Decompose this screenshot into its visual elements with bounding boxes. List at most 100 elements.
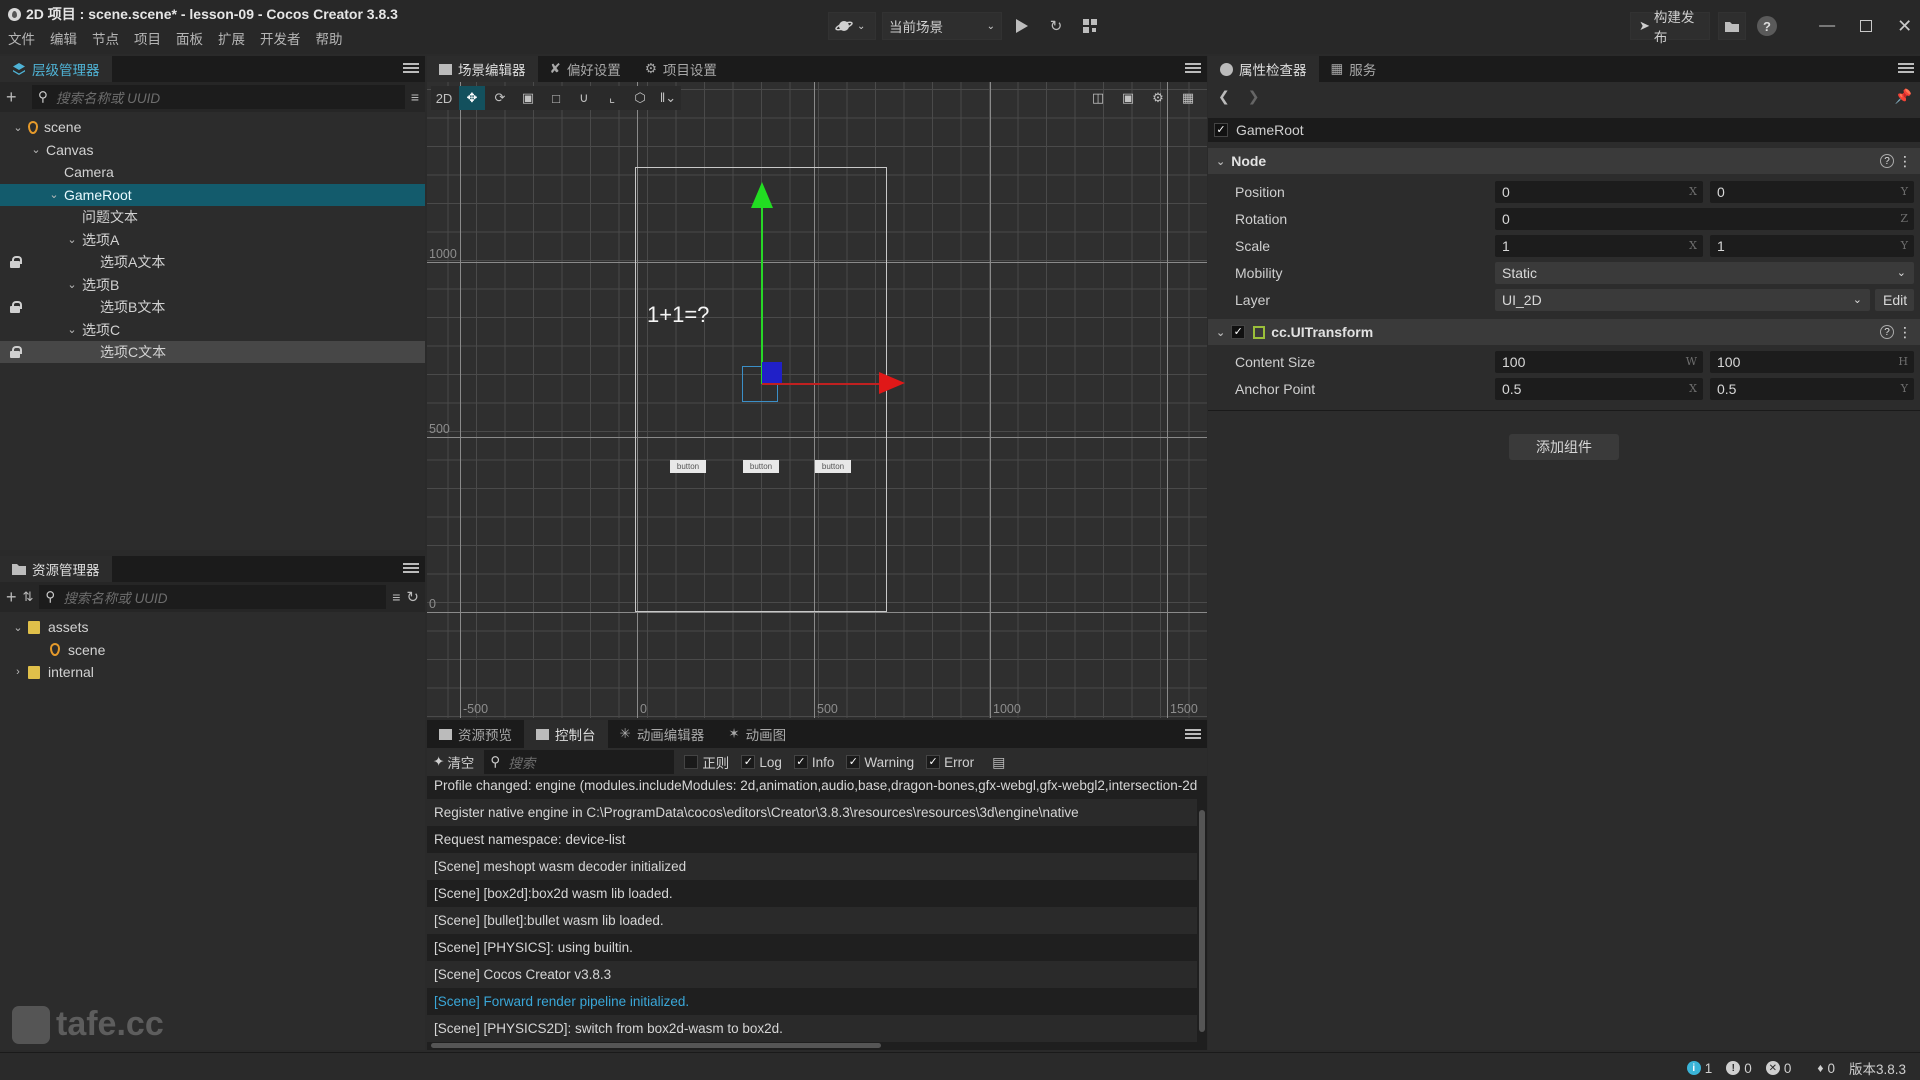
build-publish-button[interactable]: ➤ 构建发布	[1630, 10, 1711, 45]
menu-project[interactable]: 项目	[134, 28, 161, 48]
more-icon[interactable]: ⋮	[1898, 153, 1912, 170]
qrcode-button[interactable]	[1076, 12, 1104, 40]
2d-mode-toggle[interactable]: 2D	[431, 86, 457, 110]
filter-warning[interactable]: ✓ Warning	[846, 755, 914, 770]
help-icon[interactable]: ?	[1880, 325, 1894, 339]
warning-count[interactable]: ! 0	[1726, 1061, 1752, 1076]
uitransform-section-header[interactable]: ⌄ ✓ cc.UITransform ? ⋮	[1208, 319, 1920, 345]
lock-icon[interactable]	[10, 301, 22, 313]
clear-console-button[interactable]: ✦ 清空	[433, 752, 474, 772]
scale-x-input[interactable]: 1X	[1495, 234, 1703, 257]
hierarchy-node[interactable]: 问题文本	[0, 206, 425, 228]
position-y-input[interactable]: 0Y	[1710, 180, 1914, 203]
content-size-h-input[interactable]: 100 H	[1710, 350, 1914, 373]
panel-menu-button[interactable]	[1185, 60, 1201, 76]
hierarchy-node[interactable]: ⌄ scene	[0, 116, 425, 138]
log-entry[interactable]: Profile changed: engine (modules.include…	[427, 776, 1197, 799]
node-section-header[interactable]: ⌄ Node ? ⋮	[1208, 148, 1920, 174]
refresh-button[interactable]: ↻	[1042, 12, 1070, 40]
menu-file[interactable]: 文件	[8, 28, 35, 48]
console-vscrollbar[interactable]	[1199, 810, 1205, 1032]
close-button[interactable]: ✕	[1889, 12, 1920, 40]
y-axis-handle[interactable]	[761, 204, 763, 384]
filter-checkbox[interactable]: ✓	[793, 755, 808, 769]
tab-asset-preview[interactable]: 资源预览	[427, 720, 524, 748]
tab-console[interactable]: 控制台	[524, 720, 608, 748]
coordinate-toggle-button[interactable]: ⬡	[627, 86, 653, 110]
log-entry[interactable]: [Scene] [box2d]:box2d wasm lib loaded.	[427, 880, 1197, 907]
filter-checkbox[interactable]: ✓	[846, 755, 861, 769]
option-a-button-node[interactable]: button	[670, 460, 706, 473]
maximize-button[interactable]	[1850, 12, 1881, 40]
layer-select[interactable]: UI_2D ⌄	[1495, 288, 1870, 311]
filter-log[interactable]: ✓ Log	[741, 755, 782, 770]
menu-node[interactable]: 节点	[92, 28, 119, 48]
menu-edit[interactable]: 编辑	[50, 28, 77, 48]
hierarchy-node[interactable]: ⌄ 选项C	[0, 319, 425, 341]
rect-tool-button[interactable]: □	[543, 86, 569, 110]
tab-assets[interactable]: 资源管理器	[0, 556, 112, 582]
add-asset-button[interactable]: +	[6, 587, 17, 608]
help-icon[interactable]: ?	[1880, 154, 1894, 168]
panel-menu-button[interactable]	[403, 60, 419, 76]
scale-y-input[interactable]: 1Y	[1710, 234, 1914, 257]
hierarchy-node[interactable]: 选项A文本	[0, 251, 425, 273]
add-component-button[interactable]: 添加组件	[1509, 434, 1619, 460]
minimize-button[interactable]: —	[1812, 12, 1843, 40]
x-axis-handle[interactable]	[762, 383, 882, 385]
open-folder-button[interactable]	[1718, 12, 1747, 40]
mobility-select[interactable]: Static ⌄	[1495, 261, 1914, 284]
camera-button[interactable]: ▣	[1115, 86, 1141, 110]
panel-menu-button[interactable]	[1185, 726, 1201, 742]
pin-button[interactable]: 📌	[1895, 88, 1912, 105]
panel-menu-button[interactable]	[403, 560, 419, 576]
log-entry[interactable]: [Scene] Cocos Creator v3.8.3	[427, 961, 1197, 988]
layer-edit-button[interactable]: Edit	[1875, 288, 1914, 311]
hierarchy-node[interactable]: 选项B文本	[0, 296, 425, 318]
tab-animation-graph[interactable]: ✶ 动画图	[716, 720, 798, 748]
y-arrow-icon[interactable]	[750, 182, 774, 208]
tab-hierarchy[interactable]: 层级管理器	[0, 56, 112, 82]
log-entry[interactable]: [Scene] [PHYSICS2D]: switch from box2d-w…	[427, 1015, 1197, 1042]
position-x-input[interactable]: 0X	[1495, 180, 1703, 203]
option-c-button-node[interactable]: button	[815, 460, 851, 473]
align-dropdown-button[interactable]: ‖⌄	[655, 86, 681, 110]
collapse-all-button[interactable]: ≡	[392, 589, 400, 605]
move-tool-button[interactable]: ✥	[459, 86, 485, 110]
platform-select[interactable]: ⌄	[828, 12, 876, 40]
chevron-down-icon[interactable]: ⌄	[30, 143, 42, 156]
anchor-x-input[interactable]: 0.5 X	[1495, 377, 1703, 400]
hierarchy-node[interactable]: Camera	[0, 161, 425, 183]
chevron-down-icon[interactable]: ⌄	[66, 278, 78, 291]
refresh-icon[interactable]: ↻	[406, 588, 419, 606]
chevron-down-icon[interactable]: ⌄	[12, 121, 24, 134]
asset-item[interactable]: scene	[0, 639, 425, 661]
tab-scene-editor[interactable]: 场景编辑器	[427, 56, 538, 82]
console-hscrollbar[interactable]	[431, 1043, 881, 1048]
uitransform-enabled-checkbox[interactable]: ✓	[1231, 325, 1246, 339]
menu-developer[interactable]: 开发者	[260, 28, 301, 48]
menu-extension[interactable]: 扩展	[218, 28, 245, 48]
open-log-file-button[interactable]: ▤	[992, 754, 1005, 771]
menu-help[interactable]: 帮助	[316, 28, 343, 48]
filter-checkbox[interactable]	[684, 755, 699, 769]
hierarchy-search-input[interactable]: ⚲ 搜索名称或 UUID	[32, 85, 405, 109]
log-entry[interactable]: [Scene] [PHYSICS]: using builtin.	[427, 934, 1197, 961]
hierarchy-node[interactable]: ⌄ 选项A	[0, 229, 425, 251]
menu-panel[interactable]: 面板	[176, 28, 203, 48]
xy-plane-handle[interactable]	[762, 362, 782, 383]
filter-regex[interactable]: 正则	[684, 752, 729, 772]
scale-tool-button[interactable]: ▣	[515, 86, 541, 110]
tab-inspector[interactable]: 属性检查器	[1208, 56, 1319, 82]
pivot-toggle-button[interactable]: ⌞	[599, 86, 625, 110]
notification-count[interactable]: ♦ 0	[1817, 1061, 1835, 1076]
tab-project-settings[interactable]: ⚙ 项目设置	[633, 56, 729, 82]
hierarchy-node[interactable]: 选项C文本	[0, 341, 425, 363]
chevron-down-icon[interactable]: ⌄	[66, 323, 78, 336]
console-search-input[interactable]: ⚲ 搜索	[484, 750, 675, 774]
help-button[interactable]: ?	[1754, 12, 1779, 40]
chevron-down-icon[interactable]: ⌄	[12, 621, 24, 634]
asset-item[interactable]: › internal	[0, 661, 425, 683]
add-node-button[interactable]: +	[6, 87, 26, 108]
rotation-z-input[interactable]: 0Z	[1495, 207, 1914, 230]
